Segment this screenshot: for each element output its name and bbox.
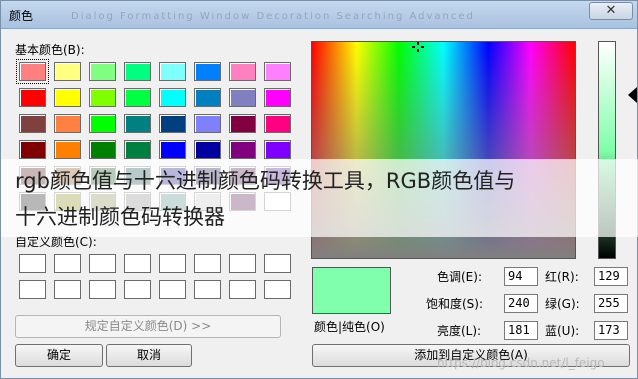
custom-color-swatch[interactable] — [159, 280, 186, 299]
custom-color-swatch[interactable] — [124, 280, 151, 299]
basic-color-swatch[interactable] — [229, 114, 256, 133]
basic-color-swatch[interactable] — [229, 140, 256, 159]
color-preview — [312, 267, 391, 314]
custom-color-swatch[interactable] — [89, 280, 116, 299]
define-custom-colors-button[interactable]: 规定自定义颜色(D) >> — [15, 315, 281, 338]
close-icon: ✕ — [605, 3, 617, 18]
basic-color-swatch[interactable] — [159, 114, 186, 133]
basic-color-swatch[interactable] — [124, 88, 151, 107]
basic-color-swatch[interactable] — [89, 114, 116, 133]
custom-color-swatch[interactable] — [264, 254, 291, 273]
red-field[interactable]: 129 — [594, 267, 628, 286]
cancel-button[interactable]: 取消 — [106, 344, 192, 367]
basic-color-swatch[interactable] — [89, 62, 116, 81]
basic-color-swatch[interactable] — [194, 140, 221, 159]
basic-color-swatch[interactable] — [194, 62, 221, 81]
blue-label: 蓝(U): — [545, 324, 580, 338]
custom-color-swatch[interactable] — [264, 280, 291, 299]
basic-color-swatch[interactable] — [194, 88, 221, 107]
custom-color-swatch[interactable] — [229, 280, 256, 299]
ok-button[interactable]: 确定 — [15, 344, 103, 367]
custom-color-swatch[interactable] — [19, 280, 46, 299]
basic-color-swatch[interactable] — [54, 62, 81, 81]
basic-color-swatch[interactable] — [194, 114, 221, 133]
watermark: https://blog.csdn.net/l_feigo — [437, 356, 605, 370]
crosshair-icon — [412, 42, 424, 52]
basic-color-swatch[interactable] — [54, 114, 81, 133]
basic-color-swatch[interactable] — [124, 140, 151, 159]
custom-color-swatch[interactable] — [54, 254, 81, 273]
green-label: 绿(G): — [545, 297, 580, 311]
preview-label: 颜色|纯色(O) — [314, 320, 385, 334]
basic-color-swatch[interactable] — [264, 88, 291, 107]
basic-color-swatch[interactable] — [229, 88, 256, 107]
basic-color-swatch[interactable] — [54, 88, 81, 107]
basic-color-swatch[interactable] — [19, 114, 46, 133]
basic-color-swatch[interactable] — [264, 114, 291, 133]
custom-color-swatch[interactable] — [229, 254, 256, 273]
basic-color-swatch[interactable] — [159, 62, 186, 81]
basic-color-swatch[interactable] — [54, 140, 81, 159]
title-bar: 颜色 Dialog Formatting Window Decoration S… — [1, 1, 637, 29]
red-label: 红(R): — [545, 270, 579, 284]
background-menu-ghost: Dialog Formatting Window Decoration Sear… — [71, 11, 475, 21]
hue-field[interactable]: 94 — [504, 267, 538, 286]
basic-color-swatch[interactable] — [89, 88, 116, 107]
basic-color-swatch[interactable] — [124, 62, 151, 81]
overlay-line-1: rgb颜色值与十六进制颜色码转换工具，RGB颜色值与 — [15, 169, 516, 193]
lum-field[interactable]: 181 — [504, 321, 538, 340]
custom-color-swatch[interactable] — [89, 254, 116, 273]
close-button[interactable]: ✕ — [589, 2, 633, 20]
basic-color-swatch[interactable] — [124, 114, 151, 133]
basic-color-swatch[interactable] — [229, 62, 256, 81]
basic-color-swatch[interactable] — [89, 140, 116, 159]
sat-field[interactable]: 240 — [504, 294, 538, 313]
basic-color-swatch[interactable] — [264, 140, 291, 159]
basic-color-swatch[interactable] — [159, 140, 186, 159]
basic-color-swatch[interactable] — [264, 62, 291, 81]
title-overlay-banner: rgb颜色值与十六进制颜色码转换工具，RGB颜色值与 十六进制颜色码转换器 — [1, 159, 638, 237]
sat-label: 饱和度(S): — [426, 297, 484, 311]
window-title: 颜色 — [9, 9, 34, 23]
custom-color-swatch[interactable] — [19, 254, 46, 273]
basic-color-swatch[interactable] — [19, 140, 46, 159]
custom-color-swatch[interactable] — [194, 254, 221, 273]
custom-color-swatch[interactable] — [124, 254, 151, 273]
hue-label: 色调(E): — [437, 270, 482, 284]
color-dialog: 颜色 Dialog Formatting Window Decoration S… — [0, 0, 638, 379]
custom-color-swatch[interactable] — [159, 254, 186, 273]
overlay-line-2: 十六进制颜色码转换器 — [15, 205, 225, 229]
custom-color-swatch[interactable] — [54, 280, 81, 299]
basic-color-swatch[interactable] — [19, 88, 46, 107]
lum-label: 亮度(L): — [437, 324, 482, 338]
basic-color-swatch[interactable] — [16, 59, 49, 84]
luminance-arrow-icon[interactable] — [628, 87, 637, 103]
basic-colors-label: 基本颜色(B): — [15, 43, 85, 57]
green-field[interactable]: 255 — [594, 294, 628, 313]
basic-color-swatch[interactable] — [159, 88, 186, 107]
blue-field[interactable]: 173 — [594, 321, 628, 340]
custom-color-swatch[interactable] — [194, 280, 221, 299]
